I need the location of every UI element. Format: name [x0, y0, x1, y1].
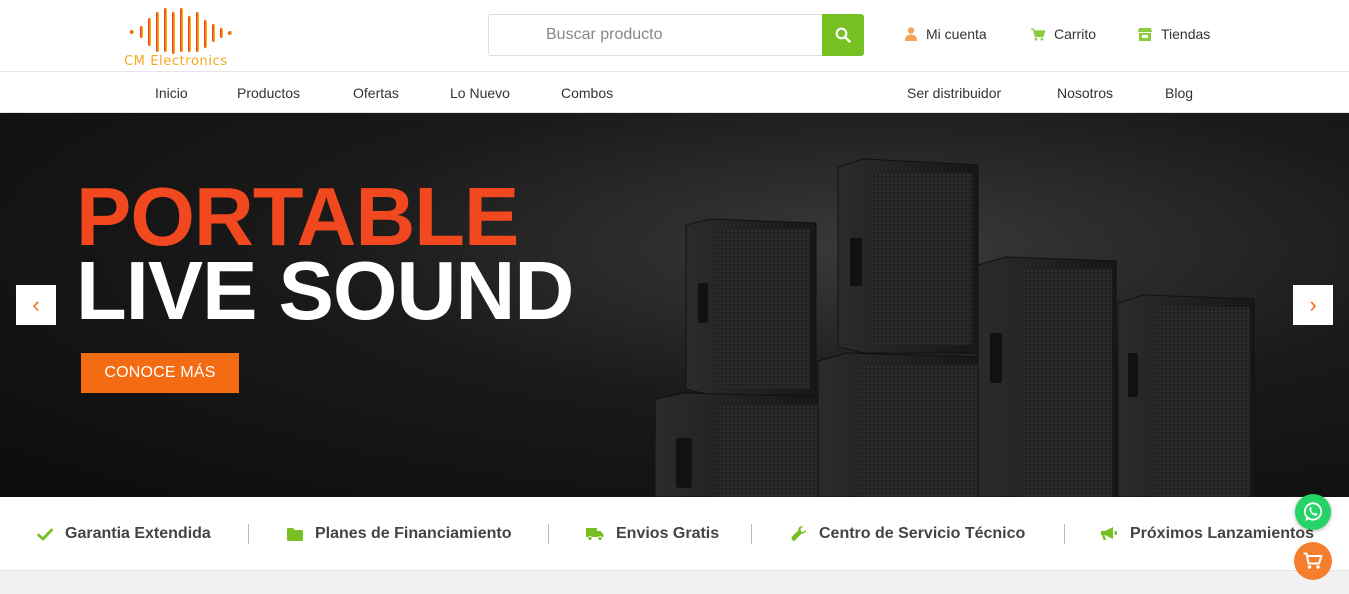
- divider: [548, 524, 549, 544]
- hero-slider: PORTABLE LIVE SOUND CONOCE MÁS ‹ ›: [0, 113, 1349, 497]
- cart-label: Carrito: [1054, 26, 1097, 42]
- hero-title-line2: LIVE SOUND: [76, 244, 574, 337]
- chevron-left-icon: ‹: [32, 292, 40, 317]
- search-icon: [835, 27, 851, 43]
- nav-item-combos[interactable]: Combos: [561, 85, 613, 101]
- feature-label: Planes de Financiamiento: [315, 525, 512, 542]
- store-icon: [1138, 27, 1152, 41]
- whatsapp-icon: [1303, 502, 1323, 521]
- wrench-icon: [791, 526, 807, 541]
- brand-logo[interactable]: CM Electronics: [118, 4, 253, 70]
- cart-link[interactable]: Carrito: [1031, 26, 1096, 42]
- cart-icon: [1031, 27, 1045, 40]
- whatsapp-button[interactable]: [1295, 494, 1331, 530]
- divider: [248, 524, 249, 544]
- nav-item-lo-nuevo[interactable]: Lo Nuevo: [450, 85, 510, 101]
- conoce-mas-button[interactable]: CONOCE MÁS: [81, 353, 239, 393]
- search-bar: [488, 14, 864, 56]
- stores-link[interactable]: Tiendas: [1138, 26, 1210, 42]
- nav-item-productos[interactable]: Productos: [237, 85, 300, 101]
- nav-item-blog[interactable]: Blog: [1165, 85, 1193, 101]
- feature-financiamiento[interactable]: Planes de Financiamiento: [287, 525, 512, 543]
- nav-item-inicio[interactable]: Inicio: [155, 85, 188, 101]
- search-button[interactable]: [822, 14, 864, 56]
- nav-item-ser-distribuidor[interactable]: Ser distribuidor: [907, 85, 1001, 101]
- chevron-right-icon: ›: [1309, 292, 1317, 317]
- top-header: CM Electronics Mi cuenta Carrito: [0, 0, 1349, 71]
- cart-icon: [1303, 552, 1323, 569]
- search-input[interactable]: [488, 14, 822, 56]
- truck-icon: [586, 527, 604, 541]
- feature-servicio-tecnico[interactable]: Centro de Servicio Técnico: [791, 525, 1025, 543]
- nav-item-nosotros[interactable]: Nosotros: [1057, 85, 1113, 101]
- feature-envios[interactable]: Envios Gratis: [586, 525, 719, 543]
- feature-garantia[interactable]: Garantia Extendida: [37, 525, 211, 543]
- main-nav: Inicio Productos Ofertas Lo Nuevo Combos…: [0, 71, 1349, 113]
- feature-lanzamientos[interactable]: Próximos Lanzamientos: [1101, 525, 1314, 543]
- slider-next-button[interactable]: ›: [1293, 285, 1333, 325]
- check-icon: [37, 528, 53, 540]
- user-icon: [905, 27, 917, 41]
- logo-soundwave-icon: [130, 8, 232, 54]
- my-account-label: Mi cuenta: [926, 26, 987, 42]
- megaphone-icon: [1101, 527, 1117, 540]
- logo-text: CM Electronics: [124, 54, 228, 69]
- my-account-link[interactable]: Mi cuenta: [905, 26, 987, 42]
- slider-prev-button[interactable]: ‹: [16, 285, 56, 325]
- feature-label: Envios Gratis: [616, 525, 720, 542]
- divider: [1064, 524, 1065, 544]
- feature-label: Centro de Servicio Técnico: [819, 525, 1026, 542]
- folder-icon: [287, 527, 303, 541]
- features-bar: Garantia Extendida Planes de Financiamie…: [0, 497, 1349, 571]
- feature-label: Próximos Lanzamientos: [1130, 525, 1315, 542]
- feature-label: Garantia Extendida: [65, 525, 211, 542]
- floating-cart-button[interactable]: [1294, 542, 1332, 580]
- nav-item-ofertas[interactable]: Ofertas: [353, 85, 399, 101]
- stores-label: Tiendas: [1161, 26, 1211, 42]
- divider: [751, 524, 752, 544]
- speakers-image: [654, 158, 1255, 497]
